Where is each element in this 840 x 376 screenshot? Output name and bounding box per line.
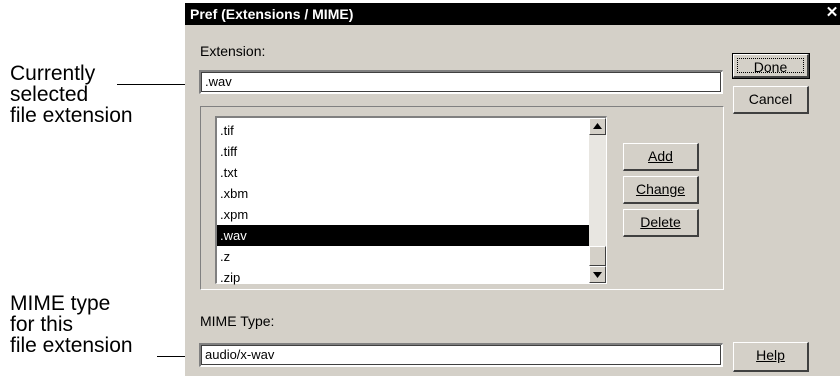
list-item[interactable]: .txt <box>217 162 595 183</box>
dialog-titlebar: Pref (Extensions / MIME) ✕ <box>185 3 840 25</box>
dialog-title: Pref (Extensions / MIME) <box>190 6 354 22</box>
list-item[interactable]: .wav <box>217 225 595 246</box>
extension-callout: Currently selected file extension <box>10 62 133 127</box>
scroll-down-arrow-icon[interactable] <box>589 266 606 283</box>
delete-button-label: Delete <box>640 214 681 230</box>
list-item[interactable]: .z <box>217 246 595 267</box>
change-button-label: Change <box>635 181 686 197</box>
extension-list[interactable]: .tif .tiff .txt .xbm .xpm .wav .z .zip <box>215 116 607 285</box>
add-button-label: Add <box>648 148 673 164</box>
close-icon[interactable]: ✕ <box>824 4 840 22</box>
help-button-label: Help <box>756 347 785 363</box>
change-button[interactable]: Change <box>623 176 699 204</box>
mime-type-label: MIME Type: <box>200 313 275 329</box>
extension-label: Extension: <box>200 43 266 59</box>
list-item[interactable]: .tiff <box>217 141 595 162</box>
done-button-label: Done <box>737 58 804 75</box>
preferences-dialog: Pref (Extensions / MIME) ✕ Extension: .w… <box>185 3 840 376</box>
scrollbar-thumb[interactable] <box>589 246 606 266</box>
cancel-button[interactable]: Cancel <box>733 86 809 114</box>
list-item[interactable]: .xpm <box>217 204 595 225</box>
list-item[interactable]: .xbm <box>217 183 595 204</box>
delete-button[interactable]: Delete <box>623 209 699 237</box>
mime-callout: MIME type for this file extension <box>10 292 133 357</box>
extension-list-items: .tif .tiff .txt .xbm .xpm .wav .z .zip <box>217 120 595 288</box>
extension-list-scrollbar[interactable] <box>589 118 606 283</box>
list-item[interactable]: .tif <box>217 120 595 141</box>
extension-field[interactable]: .wav <box>199 70 723 94</box>
done-button[interactable]: Done <box>732 53 810 79</box>
scroll-up-arrow-icon[interactable] <box>589 118 606 135</box>
list-item[interactable]: .zip <box>217 267 595 288</box>
help-button[interactable]: Help <box>733 342 809 372</box>
mime-type-field[interactable]: audio/x-wav <box>199 343 723 367</box>
add-button[interactable]: Add <box>623 143 699 171</box>
